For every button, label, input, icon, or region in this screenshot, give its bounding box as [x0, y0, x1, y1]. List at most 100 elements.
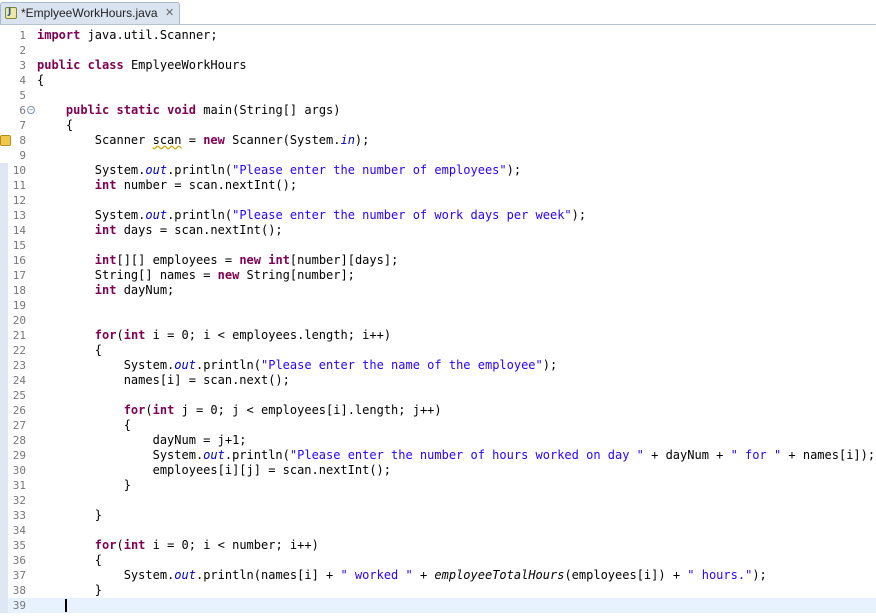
code-line[interactable]: 6− public static void main(String[] args… [0, 103, 876, 118]
code-token: EmplyeeWorkHours [124, 58, 247, 72]
fold-toggle-icon[interactable]: − [27, 106, 35, 114]
code-line[interactable]: 11 int number = scan.nextInt(); [0, 178, 876, 193]
code-token: + dayNum + [644, 448, 731, 462]
code-token: int [124, 538, 146, 552]
code-token [37, 403, 124, 417]
editor-tab-employee-work-hours[interactable]: J *EmplyeeWorkHours.java ✕ [0, 2, 180, 24]
code-token: { [37, 343, 102, 357]
code-token: System. [37, 208, 145, 222]
code-text: for(int j = 0; j < employees[i].length; … [37, 403, 442, 418]
code-line[interactable]: 26 for(int j = 0; j < employees[i].lengt… [0, 403, 876, 418]
code-token: int [95, 178, 117, 192]
code-line[interactable]: 24 names[i] = scan.next(); [0, 373, 876, 388]
line-number: 4 [0, 73, 26, 88]
line-number: 19 [0, 298, 26, 313]
code-line[interactable]: 29 System.out.println("Please enter the … [0, 448, 876, 463]
code-token: static [117, 103, 160, 117]
code-token [37, 223, 95, 237]
code-line[interactable]: 9 [0, 148, 876, 163]
code-line[interactable]: 32 [0, 493, 876, 508]
close-tab-icon[interactable]: ✕ [165, 6, 174, 19]
code-line[interactable]: 35 for(int i = 0; i < number; i++) [0, 538, 876, 553]
code-token: int [153, 403, 175, 417]
line-number: 16 [0, 253, 26, 268]
code-line[interactable]: 17 String[] names = new String[number]; [0, 268, 876, 283]
line-number: 18 [0, 283, 26, 298]
code-text: public static void main(String[] args) [37, 103, 341, 118]
line-number: 10 [0, 163, 26, 178]
code-line[interactable]: 4{ [0, 73, 876, 88]
code-editor[interactable]: 1import java.util.Scanner;23public class… [0, 24, 876, 616]
code-token: .println( [196, 358, 261, 372]
code-token [80, 58, 87, 72]
code-line[interactable]: 33 } [0, 508, 876, 523]
code-text: for(int i = 0; i < number; i++) [37, 538, 319, 553]
line-number: 32 [0, 493, 26, 508]
code-line[interactable]: 22 { [0, 343, 876, 358]
editor-tab-bar: J *EmplyeeWorkHours.java ✕ [0, 0, 876, 24]
code-token: ); [752, 568, 766, 582]
code-token: ); [572, 208, 586, 222]
code-line[interactable]: 18 int dayNum; [0, 283, 876, 298]
code-line[interactable]: 38 } [0, 583, 876, 598]
code-token: .println( [167, 163, 232, 177]
code-line[interactable]: 36 { [0, 553, 876, 568]
code-text: int number = scan.nextInt(); [37, 178, 297, 193]
code-token: i = 0; i < employees.length; i++) [145, 328, 391, 342]
code-line[interactable]: 13 System.out.println("Please enter the … [0, 208, 876, 223]
code-token: .println( [225, 448, 290, 462]
line-number: 11 [0, 178, 26, 193]
code-token: (employees[i]) + [564, 568, 687, 582]
code-token: System. [37, 568, 174, 582]
line-number: 2 [0, 43, 26, 58]
code-line[interactable]: 15 [0, 238, 876, 253]
code-token: out [174, 568, 196, 582]
code-line[interactable]: 28 dayNum = j+1; [0, 433, 876, 448]
code-line[interactable]: 39 [0, 598, 876, 613]
code-token: String[] names = [37, 268, 218, 282]
code-text: { [37, 553, 102, 568]
code-token: } [37, 508, 102, 522]
code-token: " hours." [687, 568, 752, 582]
line-number: 6 [0, 103, 26, 118]
code-token: [][] employees = [116, 253, 239, 267]
code-line[interactable]: 30 employees[i][j] = scan.nextInt(); [0, 463, 876, 478]
code-token: .println(names[i] + [196, 568, 341, 582]
code-token [37, 328, 95, 342]
code-line[interactable]: 1import java.util.Scanner; [0, 28, 876, 43]
code-token: } [37, 583, 102, 597]
code-text: { [37, 418, 131, 433]
code-token: int [124, 328, 146, 342]
code-line[interactable]: 16 int[][] employees = new int[number][d… [0, 253, 876, 268]
code-line[interactable]: 21 for(int i = 0; i < employees.length; … [0, 328, 876, 343]
code-line[interactable]: 37 System.out.println(names[i] + " worke… [0, 568, 876, 583]
code-text: { [37, 73, 44, 88]
code-token: java.util.Scanner; [80, 28, 217, 42]
code-line[interactable]: 12 [0, 193, 876, 208]
code-line[interactable]: 2 [0, 43, 876, 58]
code-line[interactable]: 10 System.out.println("Please enter the … [0, 163, 876, 178]
code-line[interactable]: 27 { [0, 418, 876, 433]
line-number: 23 [0, 358, 26, 373]
code-line[interactable]: 20 [0, 313, 876, 328]
code-line[interactable]: 14 int days = scan.nextInt(); [0, 223, 876, 238]
line-number: 13 [0, 208, 26, 223]
code-line[interactable]: 3public class EmplyeeWorkHours [0, 58, 876, 73]
code-token: in [340, 133, 354, 147]
code-line[interactable]: 25 [0, 388, 876, 403]
code-line[interactable]: 34 [0, 523, 876, 538]
code-token: class [88, 58, 124, 72]
code-line[interactable]: 5 [0, 88, 876, 103]
code-token: System. [37, 358, 174, 372]
code-text: { [37, 343, 102, 358]
code-line[interactable]: 31 } [0, 478, 876, 493]
code-token: for [124, 403, 146, 417]
code-text: String[] names = new String[number]; [37, 268, 355, 283]
code-text: int[][] employees = new int[number][days… [37, 253, 398, 268]
code-token: i = 0; i < number; i++) [145, 538, 318, 552]
code-line[interactable]: 8 Scanner scan = new Scanner(System.in); [0, 133, 876, 148]
text-caret [65, 599, 67, 612]
code-line[interactable]: 7 { [0, 118, 876, 133]
code-line[interactable]: 19 [0, 298, 876, 313]
code-line[interactable]: 23 System.out.println("Please enter the … [0, 358, 876, 373]
